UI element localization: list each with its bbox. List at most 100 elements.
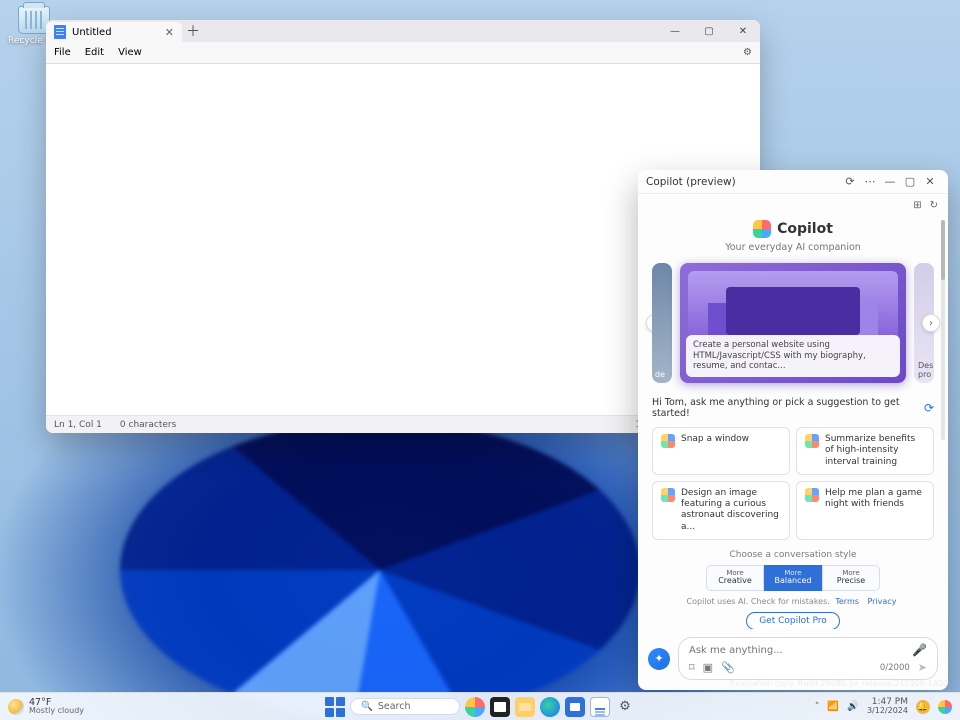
taskbar-search[interactable]: 🔍 Search: [350, 698, 460, 715]
style-top: More: [765, 570, 821, 578]
carousel-card-main[interactable]: Create a personal website using HTML/Jav…: [680, 263, 906, 383]
tray-volume-icon[interactable]: 🔊: [847, 701, 859, 712]
scrollbar[interactable]: [941, 220, 945, 440]
search-icon: 🔍: [361, 701, 373, 712]
copilot-logo-icon: [753, 220, 771, 238]
minimize-button[interactable]: —: [658, 20, 692, 42]
document-icon: [54, 25, 66, 39]
suggestion-label: Help me plan a game night with friends: [825, 488, 925, 511]
start-button[interactable]: [325, 697, 345, 717]
weather-widget[interactable]: 47°F Mostly cloudy: [8, 698, 84, 716]
attachment-icon[interactable]: 📎: [721, 661, 735, 674]
suggestion-icon: [805, 488, 819, 502]
refresh-icon[interactable]: ⟳: [840, 175, 860, 188]
taskbar-settings-icon[interactable]: [615, 697, 635, 717]
weather-icon: [8, 699, 24, 715]
suggestion-icon: [661, 488, 675, 502]
carousel-main-caption: Create a personal website using HTML/Jav…: [686, 335, 900, 377]
copilot-window: Copilot (preview) ⟳ ⋯ — ▢ ✕ ⊞ ↻ Copilot …: [638, 170, 948, 690]
copilot-maximize-button[interactable]: ▢: [900, 175, 920, 188]
carousel-left-peek-text: de: [655, 370, 665, 379]
conversation-style-selector: More Creative More Balanced More Precise: [652, 565, 934, 591]
taskbar: 47°F Mostly cloudy 🔍 Search ˄ 📶 🔊 1:47 P…: [0, 692, 960, 720]
notepad-tab[interactable]: Untitled ✕: [46, 22, 182, 42]
maximize-button[interactable]: ▢: [692, 20, 726, 42]
status-cursor-position: Ln 1, Col 1: [54, 420, 102, 430]
send-icon[interactable]: ➤: [918, 661, 927, 674]
char-counter: 0/2000: [880, 663, 910, 673]
new-topic-button[interactable]: ✦: [648, 648, 670, 670]
copilot-minimize-button[interactable]: —: [880, 175, 900, 188]
taskbar-notepad-icon[interactable]: [590, 697, 610, 717]
copilot-titlebar[interactable]: Copilot (preview) ⟳ ⋯ — ▢ ✕: [638, 170, 948, 194]
history-icon[interactable]: ↻: [930, 200, 938, 211]
suggestions-refresh-icon[interactable]: ⟳: [924, 401, 934, 415]
copilot-subtitle: Your everyday AI companion: [652, 242, 934, 253]
tray-wifi-icon[interactable]: 📶: [827, 701, 839, 712]
tray-overflow-icon[interactable]: ˄: [815, 702, 820, 712]
taskbar-copilot-icon[interactable]: [465, 697, 485, 717]
style-balanced[interactable]: More Balanced: [764, 565, 822, 591]
microphone-icon[interactable]: 🎤: [912, 643, 927, 657]
menu-edit[interactable]: Edit: [85, 47, 104, 58]
close-window-button[interactable]: ✕: [726, 20, 760, 42]
privacy-link[interactable]: Privacy: [867, 597, 896, 606]
tray-clock[interactable]: 1:47 PM 3/12/2024: [867, 698, 908, 715]
suggestion-design-astronaut[interactable]: Design an image featuring a curious astr…: [652, 481, 790, 540]
ask-input[interactable]: [689, 645, 906, 656]
tray-copilot-icon[interactable]: [938, 700, 952, 714]
taskbar-explorer-icon[interactable]: [515, 697, 535, 717]
copilot-greeting: Hi Tom, ask me anything or pick a sugges…: [652, 397, 918, 419]
settings-gear-icon[interactable]: ⚙: [743, 47, 752, 58]
conversation-style-label: Choose a conversation style: [652, 550, 934, 560]
suggestion-game-night[interactable]: Help me plan a game night with friends: [796, 481, 934, 540]
copilot-disclaimer: Copilot uses AI. Check for mistakes. Ter…: [652, 597, 934, 606]
status-char-count: 0 characters: [120, 420, 176, 430]
add-image-icon[interactable]: ▣: [703, 661, 713, 674]
notepad-titlebar[interactable]: Untitled ✕ ＋ — ▢ ✕: [46, 20, 760, 42]
taskbar-edge-icon[interactable]: [540, 697, 560, 717]
suggestion-snap-window[interactable]: Snap a window: [652, 427, 790, 475]
copilot-logo: Copilot: [652, 220, 934, 238]
style-creative[interactable]: More Creative: [706, 565, 764, 591]
carousel-card-left-partial[interactable]: de: [652, 263, 672, 383]
copilot-title-text: Copilot (preview): [646, 176, 736, 188]
taskbar-store-icon[interactable]: [565, 697, 585, 717]
suggestion-summarize-hiit[interactable]: Summarize benefits of high-intensity int…: [796, 427, 934, 475]
menu-view[interactable]: View: [118, 47, 142, 58]
suggestion-carousel: ‹ de Create a personal website using HTM…: [652, 263, 934, 383]
system-tray: ˄ 📶 🔊 1:47 PM 3/12/2024 🔔: [815, 698, 952, 715]
style-name: Precise: [837, 576, 865, 585]
carousel-next-button[interactable]: ›: [922, 314, 940, 332]
more-icon[interactable]: ⋯: [860, 175, 880, 188]
terms-link[interactable]: Terms: [835, 597, 859, 606]
carousel-right-peek-text: Des pro: [918, 361, 933, 379]
style-name: Creative: [718, 576, 752, 585]
tray-notifications-icon[interactable]: 🔔: [916, 700, 930, 714]
suggestion-icon: [661, 434, 675, 448]
suggestion-icon: [805, 434, 819, 448]
copilot-brand-text: Copilot: [777, 221, 833, 237]
style-top: More: [823, 570, 879, 578]
get-copilot-pro-button[interactable]: Get Copilot Pro: [746, 612, 840, 629]
evaluation-watermark: Evaluation copy. Build 26080.ge_release.…: [730, 679, 948, 688]
style-top: More: [707, 570, 763, 578]
copilot-toolbar: ⊞ ↻: [638, 194, 948, 216]
copilot-close-button[interactable]: ✕: [920, 175, 940, 188]
plugins-icon[interactable]: ⊞: [913, 200, 921, 211]
ask-input-container: 🎤 ⌑ ▣ 📎 0/2000 ➤: [678, 637, 938, 680]
close-tab-icon[interactable]: ✕: [165, 26, 174, 39]
notepad-menubar: File Edit View ⚙: [46, 42, 760, 64]
notepad-tab-title: Untitled: [72, 27, 112, 38]
style-precise[interactable]: More Precise: [822, 565, 880, 591]
menu-file[interactable]: File: [54, 47, 71, 58]
style-name: Balanced: [775, 576, 812, 585]
suggestion-label: Snap a window: [681, 434, 749, 445]
taskbar-taskview-icon[interactable]: [490, 697, 510, 717]
image-search-icon[interactable]: ⌑: [689, 661, 695, 674]
tray-date: 3/12/2024: [867, 707, 908, 715]
new-tab-button[interactable]: ＋: [182, 20, 204, 42]
disclaimer-text: Copilot uses AI. Check for mistakes.: [687, 597, 830, 606]
suggestion-label: Summarize benefits of high-intensity int…: [825, 434, 925, 468]
suggestion-label: Design an image featuring a curious astr…: [681, 488, 781, 533]
